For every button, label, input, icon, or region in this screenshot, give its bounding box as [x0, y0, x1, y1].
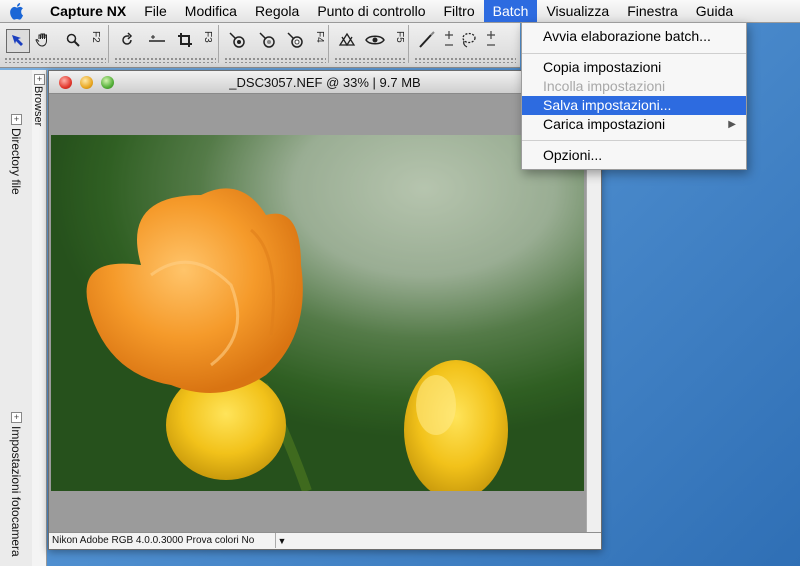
camera-settings-expand-icon[interactable]: + — [11, 412, 22, 423]
menu-item-start-batch[interactable]: Avvia elaborazione batch... — [522, 27, 746, 46]
menu-item-paste-settings: Incolla impostazioni — [543, 78, 666, 94]
menu-item-load-settings-label: Carica impostazioni — [543, 116, 666, 132]
menu-batch[interactable]: Batch — [483, 0, 538, 22]
direct-select-tool-icon[interactable] — [6, 29, 30, 53]
color-control-point-icon[interactable] — [336, 29, 358, 51]
menu-app-name[interactable]: Capture NX — [36, 0, 135, 22]
menu-guida[interactable]: Guida — [687, 0, 742, 22]
menu-visualizza[interactable]: Visualizza — [537, 0, 618, 22]
palette-tab-camera-settings[interactable]: Impostazioni fotocamera — [9, 426, 23, 557]
menu-filtro[interactable]: Filtro — [435, 0, 484, 22]
menu-item-options[interactable]: Opzioni... — [522, 146, 746, 165]
brush-add-subtract-icon[interactable] — [438, 29, 460, 51]
hand-tool-icon[interactable] — [32, 29, 54, 51]
red-eye-tool-icon[interactable] — [364, 29, 386, 51]
toolbar-group-control-points: F4 — [222, 25, 329, 63]
palette-tab-browser[interactable]: Browser — [32, 86, 44, 126]
menu-item-load-settings[interactable]: Carica impostazioni ▶ — [522, 115, 746, 134]
white-control-point-icon[interactable] — [284, 29, 306, 51]
lasso-tool-icon[interactable] — [458, 29, 480, 51]
status-bar: Nikon Adobe RGB 4.0.0.3000 Prova colori … — [49, 532, 601, 549]
zoom-tool-icon[interactable] — [62, 29, 84, 51]
menu-finestra[interactable]: Finestra — [618, 0, 687, 22]
toolbar-group-selection — [412, 25, 518, 63]
shortcut-label-f2: F2 — [90, 31, 101, 43]
submenu-arrow-icon: ▶ — [728, 119, 736, 130]
browser-expand-icon[interactable]: + — [34, 74, 45, 85]
batch-menu: Avvia elaborazione batch... Copia impost… — [521, 22, 747, 170]
black-control-point-icon[interactable] — [226, 29, 248, 51]
toolbar-group-retouch: F5 — [332, 25, 409, 63]
menu-punto-di-controllo[interactable]: Punto di controllo — [308, 0, 434, 22]
tulip-photo — [51, 135, 584, 491]
menu-modifica[interactable]: Modifica — [176, 0, 246, 22]
menu-item-save-settings[interactable]: Salva impostazioni... — [522, 96, 746, 115]
rotate-tool-icon[interactable] — [116, 29, 138, 51]
toolbar-group-transform: F3 — [112, 25, 219, 63]
document-titlebar: _DSC3057.NEF @ 33% | 9.7 MB — [49, 71, 601, 94]
tool-bar: F2 F3 F4 F5 — [0, 23, 520, 68]
status-dropdown-arrow-icon[interactable]: ▼ — [275, 533, 288, 548]
straighten-tool-icon[interactable] — [146, 29, 168, 51]
menu-regola[interactable]: Regola — [246, 0, 308, 22]
neutral-control-point-icon[interactable] — [256, 29, 278, 51]
shortcut-label-f3: F3 — [202, 31, 213, 43]
shortcut-label-f4: F4 — [314, 31, 325, 43]
left-palette: + Directory file + Impostazioni fotocame… — [0, 70, 33, 566]
document-window: _DSC3057.NEF @ 33% | 9.7 MB Nikon Adobe … — [48, 70, 602, 550]
lasso-add-subtract-icon[interactable] — [480, 29, 502, 51]
brush-tool-icon[interactable] — [416, 29, 438, 51]
menu-item-copy-settings[interactable]: Copia impostazioni — [522, 58, 746, 77]
crop-tool-icon[interactable] — [174, 29, 196, 51]
menu-file[interactable]: File — [135, 0, 176, 22]
shortcut-label-f5: F5 — [394, 31, 405, 43]
browser-strip: + Browser — [32, 70, 47, 566]
directory-expand-icon[interactable]: + — [11, 114, 22, 125]
document-title: _DSC3057.NEF @ 33% | 9.7 MB — [229, 75, 421, 90]
toolbar-group-navigation: F2 — [2, 25, 109, 63]
palette-tab-directory[interactable]: Directory file — [9, 128, 23, 195]
color-profile-status: Nikon Adobe RGB 4.0.0.3000 Prova colori … — [52, 535, 255, 546]
image-canvas[interactable] — [51, 135, 584, 491]
apple-menu-icon[interactable] — [0, 0, 36, 22]
menu-bar: Capture NX File Modifica Regola Punto di… — [0, 0, 800, 23]
